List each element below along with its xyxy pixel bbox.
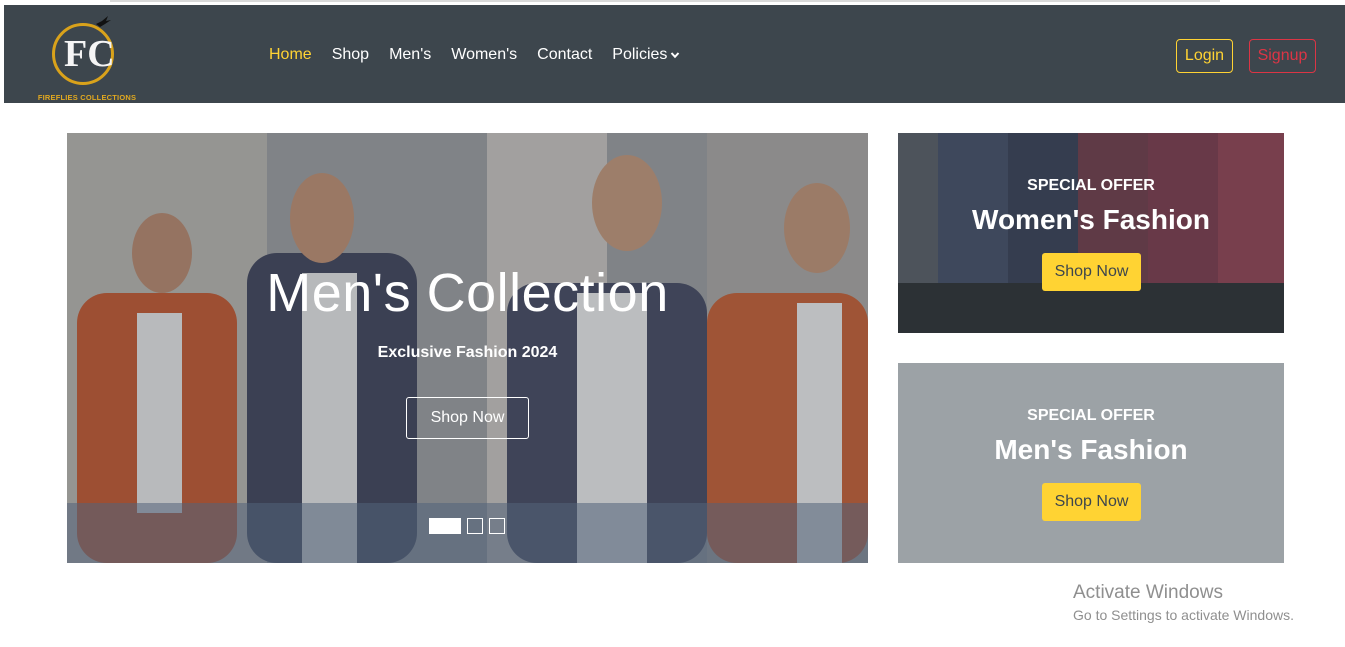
- nav-policies-label: Policies: [612, 46, 668, 63]
- activate-windows-watermark: Activate Windows Go to Settings to activ…: [1073, 582, 1333, 624]
- offer-womens-shop-now-button[interactable]: Shop Now: [1042, 253, 1141, 291]
- carousel-indicator-3[interactable]: [489, 518, 505, 534]
- logo-text: FIREFLIES COLLECTIONS: [37, 93, 137, 102]
- hero-carousel: Men's Collection Exclusive Fashion 2024 …: [67, 133, 868, 563]
- nav-womens[interactable]: Women's: [451, 45, 517, 65]
- nav-mens[interactable]: Men's: [389, 45, 431, 65]
- carousel-indicator-1[interactable]: [429, 518, 461, 534]
- offer-card-mens: SPECIAL OFFER Men's Fashion Shop Now: [898, 363, 1284, 563]
- offer-mens-title: Men's Fashion: [994, 434, 1188, 465]
- brand-logo[interactable]: FC FIREFLIES COLLECTIONS: [32, 13, 142, 102]
- hero-subtitle: Exclusive Fashion 2024: [377, 344, 558, 361]
- page: FC FIREFLIES COLLECTIONS Home Shop Men's…: [0, 0, 1345, 647]
- chevron-down-icon: [671, 52, 680, 59]
- firefly-icon: [96, 16, 111, 27]
- offer-womens-kicker: SPECIAL OFFER: [1027, 177, 1155, 194]
- watermark-subtitle: Go to Settings to activate Windows.: [1073, 607, 1294, 623]
- nav-policies-dropdown[interactable]: Policies: [612, 45, 680, 65]
- offer-mens-shop-now-button[interactable]: Shop Now: [1042, 483, 1141, 521]
- main-nav: Home Shop Men's Women's Contact Policies: [269, 45, 700, 65]
- nav-shop[interactable]: Shop: [332, 45, 369, 65]
- navbar: FC FIREFLIES COLLECTIONS Home Shop Men's…: [4, 5, 1345, 103]
- nav-contact[interactable]: Contact: [537, 45, 592, 65]
- nav-home[interactable]: Home: [269, 45, 312, 65]
- logo-monogram: FC: [64, 33, 115, 75]
- signup-button[interactable]: Signup: [1249, 39, 1316, 73]
- offer-womens-title: Women's Fashion: [972, 204, 1210, 235]
- offer-mens-kicker: SPECIAL OFFER: [1027, 407, 1155, 424]
- hero-title: Men's Collection: [266, 263, 669, 323]
- login-button[interactable]: Login: [1176, 39, 1233, 73]
- carousel-indicator-2[interactable]: [467, 518, 483, 534]
- offer-card-womens: SPECIAL OFFER Women's Fashion Shop Now: [898, 133, 1284, 333]
- carousel-indicators: [429, 518, 505, 534]
- hero-shop-now-button[interactable]: Shop Now: [406, 397, 529, 439]
- watermark-title: Activate Windows: [1073, 582, 1223, 603]
